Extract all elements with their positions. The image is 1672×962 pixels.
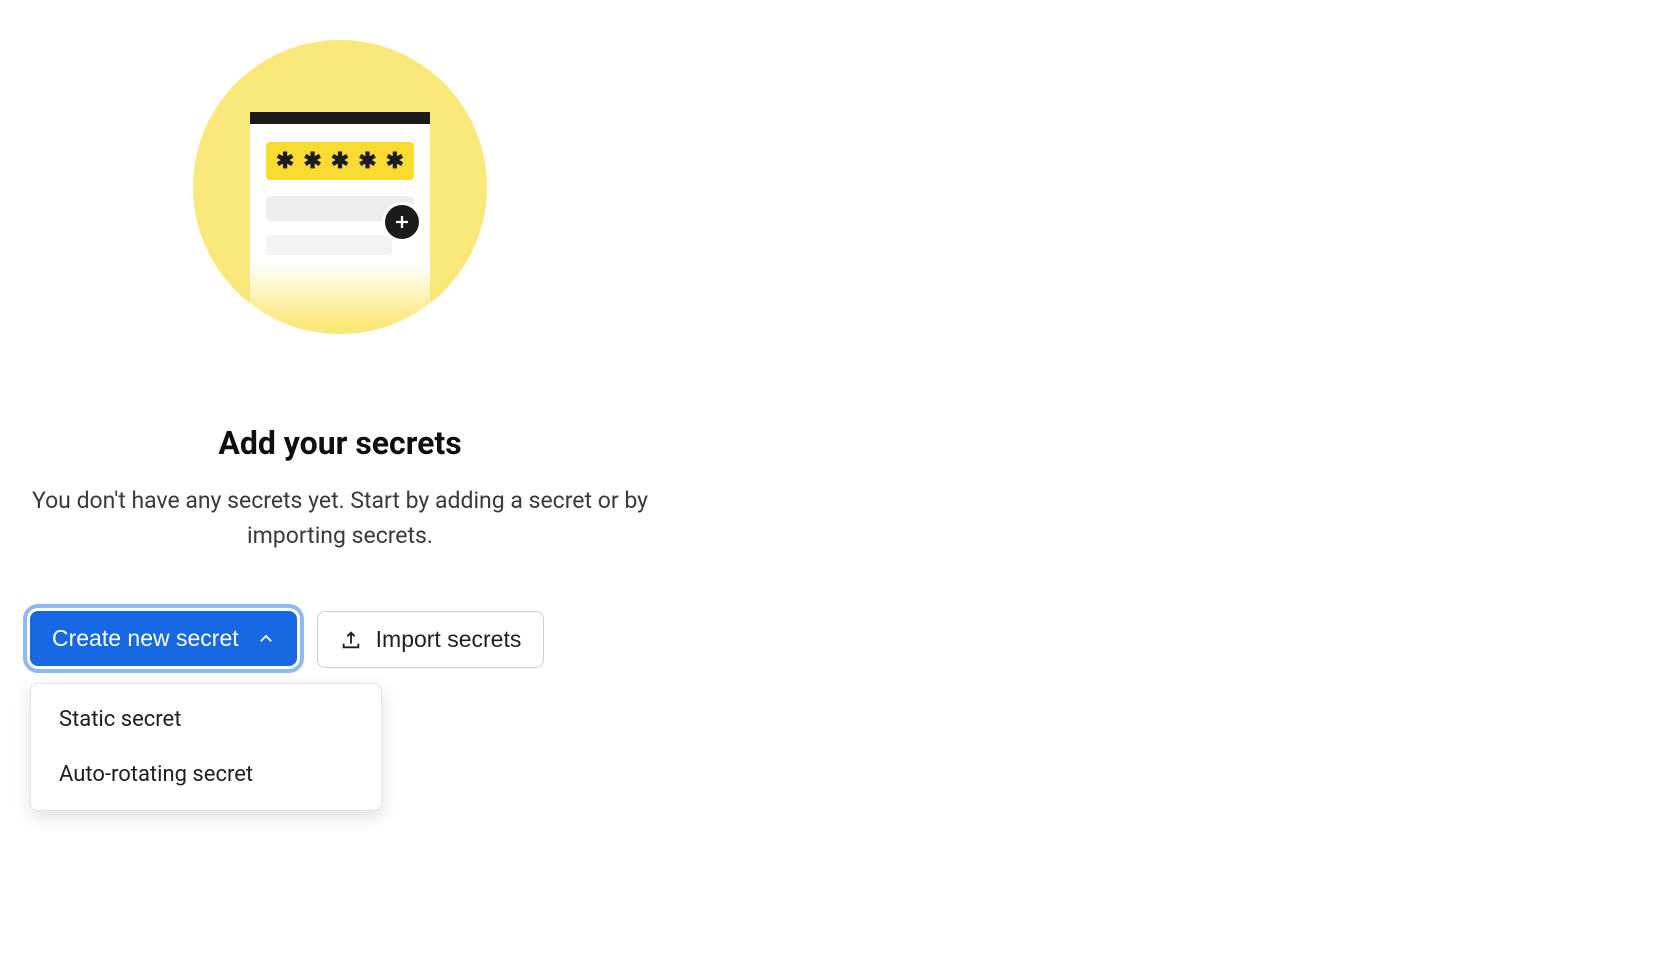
page-description: You don't have any secrets yet. Start by… <box>30 484 650 553</box>
upload-icon <box>340 629 362 651</box>
secrets-illustration: ✱ ✱ ✱ ✱ ✱ <box>193 40 487 334</box>
asterisk-icon: ✱ <box>386 150 404 172</box>
empty-state-container: ✱ ✱ ✱ ✱ ✱ Add your secrets You don't hav… <box>30 40 650 668</box>
illustration-topbar <box>250 112 430 124</box>
action-button-row: Create new secret Static secret Auto-rot… <box>30 611 650 668</box>
asterisk-icon: ✱ <box>358 150 376 172</box>
create-new-secret-button[interactable]: Create new secret <box>30 611 297 666</box>
page-heading: Add your secrets <box>218 424 461 462</box>
illustration-empty-field <box>266 196 414 221</box>
import-secrets-button[interactable]: Import secrets <box>317 611 545 668</box>
illustration-body: ✱ ✱ ✱ ✱ ✱ <box>250 124 430 255</box>
create-secret-dropdown: Static secret Auto-rotating secret <box>30 683 382 811</box>
dropdown-item-label: Static secret <box>59 707 181 732</box>
dropdown-item-label: Auto-rotating secret <box>59 762 253 787</box>
asterisk-icon: ✱ <box>303 150 321 172</box>
illustration-empty-field <box>266 235 392 255</box>
dropdown-item-static-secret[interactable]: Static secret <box>31 692 381 747</box>
dropdown-item-auto-rotating-secret[interactable]: Auto-rotating secret <box>31 747 381 802</box>
create-secret-wrap: Create new secret Static secret Auto-rot… <box>30 611 297 666</box>
create-new-secret-label: Create new secret <box>52 625 239 652</box>
illustration-secret-field: ✱ ✱ ✱ ✱ ✱ <box>266 142 414 180</box>
import-secrets-label: Import secrets <box>376 626 522 653</box>
asterisk-icon: ✱ <box>331 150 349 172</box>
chevron-up-icon <box>257 630 275 648</box>
asterisk-icon: ✱ <box>276 150 294 172</box>
illustration-fade <box>193 264 487 334</box>
